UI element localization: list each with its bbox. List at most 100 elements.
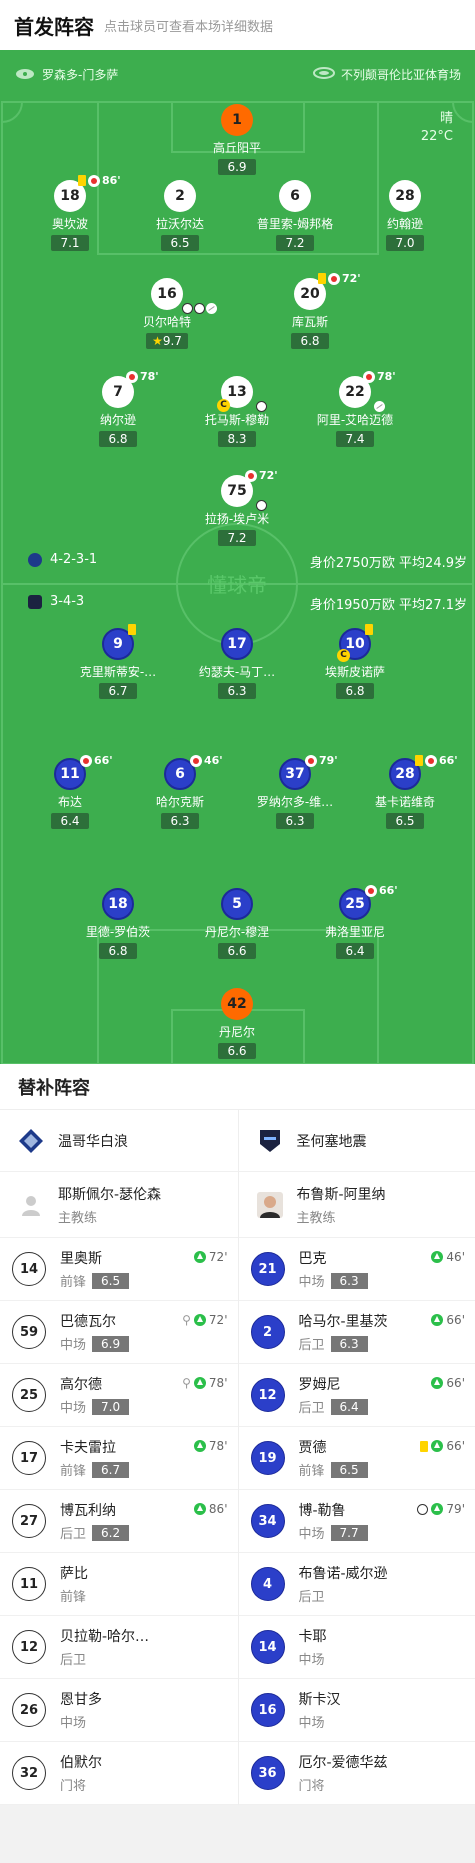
sub-info: 卡耶 中场 — [299, 1626, 327, 1668]
sub-position-line: 门将 — [60, 1775, 102, 1794]
sub-on-icon — [193, 1503, 206, 1515]
away-player-11[interactable]: 11 66' 布达 6.4 — [10, 754, 130, 829]
home-sub-row[interactable]: 26 恩甘多 中场 — [0, 1679, 238, 1742]
away-sub-row[interactable]: 16 斯卡汉 中场 — [238, 1679, 475, 1742]
away-player-6[interactable]: 6 46' 哈尔克斯 6.3 — [120, 754, 240, 829]
home-player-28[interactable]: 28 约翰逊 7.0 — [345, 180, 465, 251]
sub-position: 门将 — [298, 1779, 325, 1794]
home-player-20[interactable]: 20 72' 库瓦斯 6.8 — [250, 272, 370, 349]
away-sub-row[interactable]: 4 布鲁诺-威尔逊 后卫 — [238, 1553, 475, 1616]
home-player-18[interactable]: 18 86' 奥坎波 7.1 — [10, 174, 130, 251]
sub-number: 19 — [250, 1441, 285, 1475]
away-sub-row[interactable]: 21 巴克 中场 6.3 46' — [238, 1238, 475, 1301]
away-team-row[interactable]: 圣何塞地震 — [238, 1110, 475, 1172]
pitch: 懂球帝 罗森多-门多萨 不列颠哥伦比亚体育场 晴 22°C 1 高丘阳平 6.9… — [0, 50, 475, 1064]
away-coach-row[interactable]: 布鲁斯-阿里纳 主教练 — [238, 1172, 475, 1238]
player-number: 18 86' — [54, 174, 121, 212]
player-number: 2 — [164, 180, 196, 212]
home-sub-row[interactable]: 59 巴德瓦尔 中场 6.9 ⚲ 72' — [0, 1301, 238, 1364]
sub-on-icon — [431, 1440, 444, 1452]
home-team-name: 温哥华白浪 — [58, 1133, 128, 1150]
away-player-42[interactable]: 42 丹尼尔 6.6 — [177, 988, 297, 1059]
sub-time: ⚲ 72' — [182, 1313, 227, 1327]
home-player-2[interactable]: 2 拉沃尔达 6.5 — [120, 180, 240, 251]
sub-number: 4 — [250, 1567, 285, 1601]
home-coach-row[interactable]: 耶斯佩尔-瑟伦森 主教练 — [0, 1172, 238, 1238]
sub-position-line: 中场 6.3 — [299, 1271, 368, 1290]
sub-off-icon — [245, 469, 257, 482]
away-player-17[interactable]: 17 约瑟夫-马丁… 6.3 — [177, 628, 297, 699]
player-number: 11 66' — [54, 754, 113, 790]
home-team-row[interactable]: 温哥华白浪 — [0, 1110, 238, 1172]
player-badges — [374, 401, 385, 412]
yellow-card-icon — [415, 755, 423, 766]
player-rating: 7.4 — [336, 431, 374, 447]
home-sub-row[interactable]: 25 高尔德 中场 7.0 ⚲ 78' — [0, 1364, 238, 1427]
away-player-18[interactable]: 18 里德-罗伯茨 6.8 — [58, 888, 178, 959]
sub-position-line: 中场 7.0 — [60, 1397, 130, 1416]
away-player-10[interactable]: 10 C 埃斯皮诺萨 6.8 — [295, 624, 415, 699]
home-player-22[interactable]: 22 78' 阿里-艾哈迈德 7.4 — [295, 370, 415, 447]
away-sub-row[interactable]: 14 卡耶 中场 — [238, 1616, 475, 1679]
home-player-7[interactable]: 7 78' 纳尔逊 6.8 — [58, 370, 178, 447]
sub-off-icon — [80, 754, 92, 767]
home-player-1[interactable]: 1 高丘阳平 6.9 — [177, 104, 297, 175]
away-player-9[interactable]: 9 克里斯蒂安-… 6.7 — [58, 624, 178, 699]
away-sub-row[interactable]: 36 厄尔-爱德华兹 门将 — [238, 1742, 475, 1805]
player-events: 66' — [415, 754, 458, 767]
player-name: 布达 — [57, 795, 82, 809]
player-rating: 7.2 — [276, 235, 314, 251]
home-sub-row[interactable]: 14 里奥斯 前锋 6.5 72' — [0, 1238, 238, 1301]
sub-rating: 6.2 — [92, 1524, 130, 1541]
player-rating: 6.8 — [336, 683, 374, 699]
sub-position-line: 中场 — [60, 1712, 102, 1731]
player-name: 约瑟夫-马丁… — [198, 665, 276, 679]
sub-minute: 79' — [446, 1502, 465, 1516]
away-sub-row[interactable]: 19 贾德 前锋 6.5 66' — [238, 1427, 475, 1490]
sub-position: 中场 — [60, 1338, 87, 1353]
away-sub-row[interactable]: 2 哈马尔-里基茨 后卫 6.3 66' — [238, 1301, 475, 1364]
away-player-25[interactable]: 25 66' 弗洛里亚尼 6.4 — [295, 884, 415, 959]
sub-minute: 78' — [208, 1376, 228, 1390]
sub-rating: 7.7 — [330, 1524, 368, 1541]
sub-name: 厄尔-爱德华兹 — [298, 1755, 388, 1771]
coach-avatar-icon — [22, 1195, 40, 1216]
sub-time: 66' — [420, 1439, 465, 1453]
away-player-37[interactable]: 37 79' 罗纳尔多-维… 6.3 — [235, 754, 355, 829]
lineup-hint: 点击球员可查看本场详细数据 — [104, 19, 274, 35]
home-sub-row[interactable]: 11 萨比 前锋 — [0, 1553, 238, 1616]
away-sub-row[interactable]: 12 罗姆尼 后卫 6.4 66' — [238, 1364, 475, 1427]
sub-info: 高尔德 中场 7.0 — [60, 1374, 130, 1416]
sub-time: 66' — [431, 1376, 465, 1390]
away-player-28[interactable]: 28 66' 基卡诺维奇 6.5 — [345, 754, 465, 829]
sub-number: 59 — [12, 1315, 46, 1349]
star-icon: ★ — [152, 334, 163, 348]
sub-position: 中场 — [298, 1653, 325, 1668]
sub-info: 哈马尔-里基茨 后卫 6.3 — [299, 1311, 388, 1353]
sub-name: 恩甘多 — [60, 1692, 102, 1708]
away-player-5[interactable]: 5 丹尼尔-穆涅 6.6 — [177, 888, 297, 959]
home-formation-text: 4-2-3-1 — [50, 552, 98, 567]
home-player-16[interactable]: 16 贝尔哈特 ★9.7 — [107, 278, 227, 349]
weather-condition: 晴 — [439, 111, 453, 126]
player-events: 79' — [305, 754, 338, 767]
player-rating: 6.7 — [99, 683, 137, 699]
home-sub-row[interactable]: 12 贝拉勒-哈尔… 后卫 — [0, 1616, 238, 1679]
sub-off-icon — [328, 272, 340, 285]
home-player-6[interactable]: 6 普里索-姆邦格 7.2 — [235, 180, 355, 251]
sub-info: 巴德瓦尔 中场 6.9 — [60, 1311, 130, 1353]
player-name: 哈尔克斯 — [155, 795, 204, 809]
player-number: 37 79' — [279, 754, 338, 790]
sub-position-line: 后卫 6.4 — [299, 1397, 368, 1416]
home-sub-row[interactable]: 17 卡夫雷拉 前锋 6.7 78' — [0, 1427, 238, 1490]
home-sub-row[interactable]: 32 伯默尔 门将 — [0, 1742, 238, 1805]
away-formation-text: 3-4-3 — [50, 594, 85, 609]
sub-position-line: 中场 — [299, 1649, 327, 1668]
home-sub-row[interactable]: 27 博瓦利纳 后卫 6.2 86' — [0, 1490, 238, 1553]
sub-time: 86' — [193, 1502, 228, 1516]
player-events: 72' — [245, 469, 278, 482]
sub-minute: 72' — [208, 1250, 228, 1264]
home-player-75[interactable]: 75 72' 拉扬-埃卢米 7.2 — [177, 469, 297, 546]
away-sub-row[interactable]: 34 博-勒鲁 中场 7.7 79' — [238, 1490, 475, 1553]
home-player-13[interactable]: 13 C 托马斯-穆勒 8.3 — [177, 376, 297, 447]
